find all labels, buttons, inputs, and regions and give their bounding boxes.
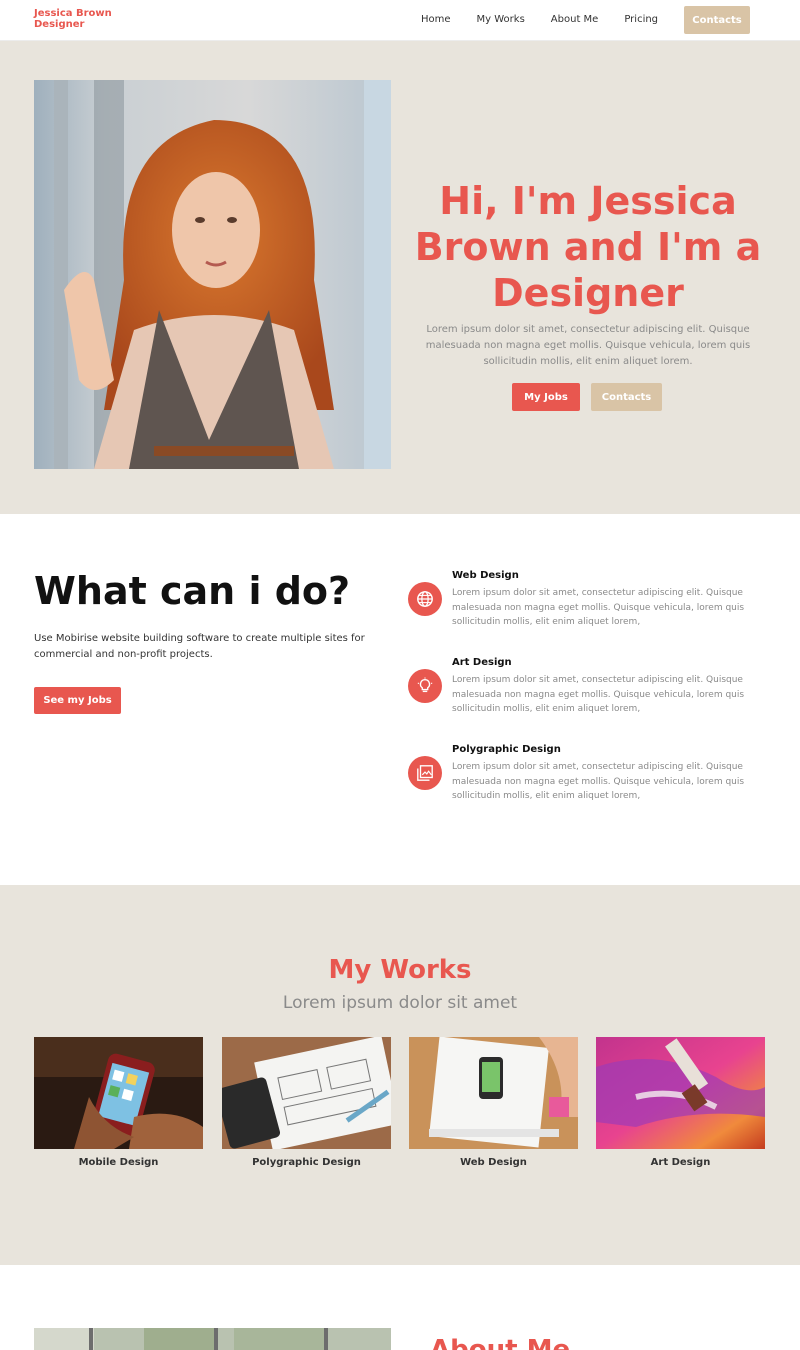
works-subtitle: Lorem ipsum dolor sit amet [282,993,518,1013]
services-description: Use Mobirise website building software t… [34,633,365,660]
brand-name: Jessica Brown [34,8,112,19]
work-card-polygraphic-design[interactable]: Polygraphic Design [222,1037,391,1168]
nav-link-my-works[interactable]: My Works [477,14,525,25]
about-image [34,1328,391,1350]
work-card-art-design[interactable]: Art Design [596,1037,765,1168]
nav-contacts-button[interactable]: Contacts [684,6,750,34]
service-name: Art Design [452,657,512,668]
brand-tagline: Designer [34,19,85,30]
navbar: Jessica Brown Designer Home My Works Abo… [0,0,800,41]
work-image [596,1037,765,1149]
work-label: Polygraphic Design [252,1157,361,1168]
nav-link-home[interactable]: Home [421,14,451,25]
service-name: Web Design [452,570,519,581]
work-card-web-design[interactable]: Web Design [409,1037,578,1168]
about-section: About Me [0,1265,800,1350]
hero-contacts-button[interactable]: Contacts [591,383,662,411]
service-text: Lorem ipsum dolor sit amet, consectetur … [452,762,745,801]
hero-my-jobs-button[interactable]: My Jobs [512,383,580,411]
hero-section: Hi, I'm Jessica Brown and I'm a Designer… [0,41,800,514]
globe-icon [408,582,442,616]
work-image [34,1037,203,1149]
service-name: Polygraphic Design [452,744,561,755]
service-text: Lorem ipsum dolor sit amet, consectetur … [452,675,745,714]
hero-portrait-image [34,80,391,469]
services-section: What can i do? Use Mobirise website buil… [0,514,800,885]
service-text: Lorem ipsum dolor sit amet, consectetur … [452,588,745,627]
about-title: About Me [430,1335,571,1350]
works-title: My Works [328,955,472,985]
nav-links: Home My Works About Me Pricing [421,14,684,25]
work-image [222,1037,391,1149]
nav-link-about-me[interactable]: About Me [551,14,599,25]
works-section: My Works Lorem ipsum dolor sit amet Mobi… [0,885,800,1265]
work-label: Art Design [650,1157,711,1168]
see-my-jobs-button[interactable]: See my Jobs [34,687,121,714]
hero-title: Hi, I'm Jessica Brown and I'm a Designer [414,179,762,315]
hero-description: Lorem ipsum dolor sit amet, consectetur … [425,324,751,367]
work-label: Mobile Design [78,1157,159,1168]
nav-link-pricing[interactable]: Pricing [624,14,658,25]
lightbulb-icon [408,669,442,703]
services-title: What can i do? [34,569,351,613]
image-gallery-icon [408,756,442,790]
work-image [409,1037,578,1149]
brand-logo[interactable]: Jessica Brown Designer [34,8,112,30]
work-label: Web Design [460,1157,527,1168]
work-card-mobile-design[interactable]: Mobile Design [34,1037,203,1168]
